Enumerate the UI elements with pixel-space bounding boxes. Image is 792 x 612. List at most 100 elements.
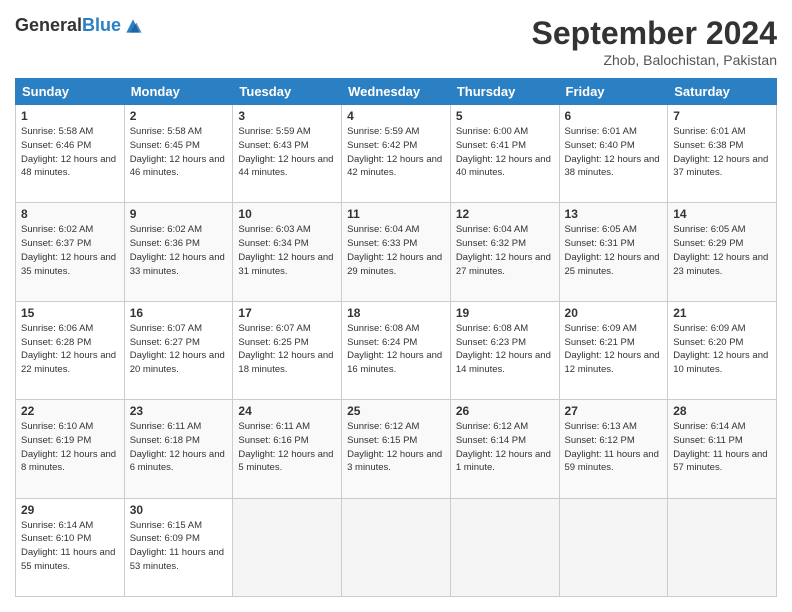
table-row: 16 Sunrise: 6:07 AMSunset: 6:27 PMDayligh…	[124, 301, 233, 399]
table-row	[668, 498, 777, 596]
day-number: 28	[673, 404, 771, 418]
table-row: 24Sunrise: 6:11 AMSunset: 6:16 PMDayligh…	[233, 400, 342, 498]
col-saturday: Saturday	[668, 79, 777, 105]
month-year: September 2024	[532, 15, 777, 52]
table-row: 2 Sunrise: 5:58 AMSunset: 6:45 PMDaylight…	[124, 105, 233, 203]
table-row: 25Sunrise: 6:12 AMSunset: 6:15 PMDayligh…	[342, 400, 451, 498]
day-detail: Sunrise: 6:07 AMSunset: 6:27 PMDaylight:…	[130, 322, 228, 377]
day-detail: Sunrise: 5:59 AMSunset: 6:42 PMDaylight:…	[347, 125, 445, 180]
table-row	[342, 498, 451, 596]
calendar-week-row-3: 15 Sunrise: 6:06 AMSunset: 6:28 PMDayligh…	[16, 301, 777, 399]
calendar-week-row-5: 29 Sunrise: 6:14 AMSunset: 6:10 PMDayligh…	[16, 498, 777, 596]
table-row: 20 Sunrise: 6:09 AMSunset: 6:21 PMDayligh…	[559, 301, 668, 399]
table-row: 9 Sunrise: 6:02 AMSunset: 6:36 PMDaylight…	[124, 203, 233, 301]
day-detail: Sunrise: 6:01 AMSunset: 6:40 PMDaylight:…	[565, 125, 663, 180]
day-detail: Sunrise: 5:58 AMSunset: 6:45 PMDaylight:…	[130, 125, 228, 180]
day-detail: Sunrise: 6:03 AMSunset: 6:34 PMDaylight:…	[238, 223, 336, 278]
day-detail: Sunrise: 6:06 AMSunset: 6:28 PMDaylight:…	[21, 322, 119, 377]
table-row: 5 Sunrise: 6:00 AMSunset: 6:41 PMDaylight…	[450, 105, 559, 203]
day-detail: Sunrise: 6:01 AMSunset: 6:38 PMDaylight:…	[673, 125, 771, 180]
table-row	[233, 498, 342, 596]
calendar-header-row: Sunday Monday Tuesday Wednesday Thursday…	[16, 79, 777, 105]
day-detail: Sunrise: 6:00 AMSunset: 6:41 PMDaylight:…	[456, 125, 554, 180]
day-detail: Sunrise: 6:05 AMSunset: 6:31 PMDaylight:…	[565, 223, 663, 278]
table-row: 19Sunrise: 6:08 AMSunset: 6:23 PMDayligh…	[450, 301, 559, 399]
logo: GeneralBlue	[15, 15, 143, 36]
col-sunday: Sunday	[16, 79, 125, 105]
day-number: 26	[456, 404, 554, 418]
table-row: 29 Sunrise: 6:14 AMSunset: 6:10 PMDayligh…	[16, 498, 125, 596]
day-detail: Sunrise: 6:10 AMSunset: 6:19 PMDaylight:…	[21, 420, 119, 475]
day-number: 4	[347, 109, 445, 123]
header: GeneralBlue September 2024 Zhob, Balochi…	[15, 15, 777, 68]
day-number: 2	[130, 109, 228, 123]
day-detail: Sunrise: 6:14 AMSunset: 6:11 PMDaylight:…	[673, 420, 771, 475]
day-detail: Sunrise: 6:02 AMSunset: 6:37 PMDaylight:…	[21, 223, 119, 278]
location: Zhob, Balochistan, Pakistan	[532, 52, 777, 68]
calendar-week-row-4: 22 Sunrise: 6:10 AMSunset: 6:19 PMDayligh…	[16, 400, 777, 498]
table-row: 1Sunrise: 5:58 AMSunset: 6:46 PMDaylight…	[16, 105, 125, 203]
day-number: 17	[238, 306, 336, 320]
table-row	[559, 498, 668, 596]
day-number: 20	[565, 306, 663, 320]
col-wednesday: Wednesday	[342, 79, 451, 105]
page: GeneralBlue September 2024 Zhob, Balochi…	[0, 0, 792, 612]
table-row: 4 Sunrise: 5:59 AMSunset: 6:42 PMDaylight…	[342, 105, 451, 203]
day-number: 11	[347, 207, 445, 221]
day-number: 10	[238, 207, 336, 221]
table-row: 21Sunrise: 6:09 AMSunset: 6:20 PMDayligh…	[668, 301, 777, 399]
day-detail: Sunrise: 6:07 AMSunset: 6:25 PMDaylight:…	[238, 322, 336, 377]
title-block: September 2024 Zhob, Balochistan, Pakist…	[532, 15, 777, 68]
table-row: 8 Sunrise: 6:02 AMSunset: 6:37 PMDaylight…	[16, 203, 125, 301]
day-detail: Sunrise: 6:13 AMSunset: 6:12 PMDaylight:…	[565, 420, 663, 475]
table-row: 28 Sunrise: 6:14 AMSunset: 6:11 PMDayligh…	[668, 400, 777, 498]
logo-icon	[123, 16, 143, 36]
day-detail: Sunrise: 6:09 AMSunset: 6:20 PMDaylight:…	[673, 322, 771, 377]
day-number: 22	[21, 404, 119, 418]
day-detail: Sunrise: 6:15 AMSunset: 6:09 PMDaylight:…	[130, 519, 228, 574]
col-monday: Monday	[124, 79, 233, 105]
day-number: 12	[456, 207, 554, 221]
day-number: 13	[565, 207, 663, 221]
day-number: 27	[565, 404, 663, 418]
table-row	[450, 498, 559, 596]
col-friday: Friday	[559, 79, 668, 105]
table-row: 13 Sunrise: 6:05 AMSunset: 6:31 PMDayligh…	[559, 203, 668, 301]
day-number: 5	[456, 109, 554, 123]
day-number: 19	[456, 306, 554, 320]
day-number: 6	[565, 109, 663, 123]
day-number: 18	[347, 306, 445, 320]
day-number: 29	[21, 503, 119, 517]
table-row: 22 Sunrise: 6:10 AMSunset: 6:19 PMDayligh…	[16, 400, 125, 498]
day-number: 16	[130, 306, 228, 320]
day-detail: Sunrise: 6:05 AMSunset: 6:29 PMDaylight:…	[673, 223, 771, 278]
table-row: 30 Sunrise: 6:15 AMSunset: 6:09 PMDayligh…	[124, 498, 233, 596]
day-detail: Sunrise: 6:09 AMSunset: 6:21 PMDaylight:…	[565, 322, 663, 377]
calendar-week-row-1: 1Sunrise: 5:58 AMSunset: 6:46 PMDaylight…	[16, 105, 777, 203]
day-detail: Sunrise: 6:11 AMSunset: 6:16 PMDaylight:…	[238, 420, 336, 475]
table-row: 14 Sunrise: 6:05 AMSunset: 6:29 PMDayligh…	[668, 203, 777, 301]
day-detail: Sunrise: 6:11 AMSunset: 6:18 PMDaylight:…	[130, 420, 228, 475]
day-number: 30	[130, 503, 228, 517]
day-detail: Sunrise: 6:14 AMSunset: 6:10 PMDaylight:…	[21, 519, 119, 574]
table-row: 15 Sunrise: 6:06 AMSunset: 6:28 PMDayligh…	[16, 301, 125, 399]
day-number: 15	[21, 306, 119, 320]
day-detail: Sunrise: 6:02 AMSunset: 6:36 PMDaylight:…	[130, 223, 228, 278]
day-number: 23	[130, 404, 228, 418]
day-detail: Sunrise: 6:12 AMSunset: 6:14 PMDaylight:…	[456, 420, 554, 475]
table-row: 12 Sunrise: 6:04 AMSunset: 6:32 PMDayligh…	[450, 203, 559, 301]
table-row: 7 Sunrise: 6:01 AMSunset: 6:38 PMDaylight…	[668, 105, 777, 203]
day-detail: Sunrise: 6:04 AMSunset: 6:32 PMDaylight:…	[456, 223, 554, 278]
day-number: 14	[673, 207, 771, 221]
day-detail: Sunrise: 6:08 AMSunset: 6:24 PMDaylight:…	[347, 322, 445, 377]
calendar-table: Sunday Monday Tuesday Wednesday Thursday…	[15, 78, 777, 597]
day-number: 7	[673, 109, 771, 123]
table-row: 26 Sunrise: 6:12 AMSunset: 6:14 PMDayligh…	[450, 400, 559, 498]
logo-general: GeneralBlue	[15, 15, 121, 36]
day-detail: Sunrise: 5:59 AMSunset: 6:43 PMDaylight:…	[238, 125, 336, 180]
col-tuesday: Tuesday	[233, 79, 342, 105]
table-row: 18 Sunrise: 6:08 AMSunset: 6:24 PMDayligh…	[342, 301, 451, 399]
day-number: 9	[130, 207, 228, 221]
table-row: 3Sunrise: 5:59 AMSunset: 6:43 PMDaylight…	[233, 105, 342, 203]
day-number: 8	[21, 207, 119, 221]
